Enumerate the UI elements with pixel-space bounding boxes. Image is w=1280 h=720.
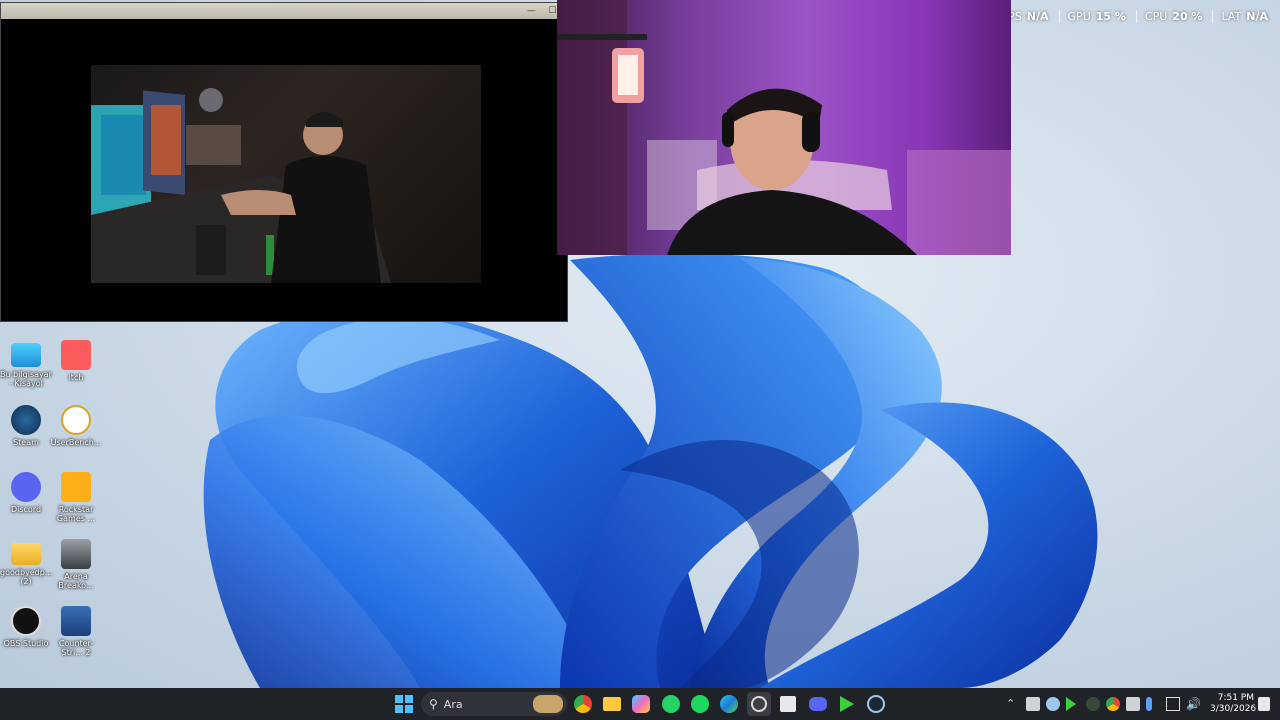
taskbar-whatsapp[interactable] bbox=[659, 692, 683, 716]
desktop-icon-discord[interactable]: Discord bbox=[0, 472, 52, 514]
taskbar-store[interactable] bbox=[776, 692, 800, 716]
desktop-icon-userbenchmark[interactable]: UserBench... bbox=[50, 405, 102, 447]
desktop-icon-label: Counter-Stri... 2 bbox=[58, 639, 94, 657]
desktop-icon-label: UserBench... bbox=[50, 438, 102, 447]
taskbar-search[interactable]: ⚲ Ara bbox=[421, 692, 567, 716]
notification-bell-icon[interactable] bbox=[1258, 697, 1270, 711]
taskbar-copilot[interactable] bbox=[629, 692, 653, 716]
desktop-icon-folder[interactable]: goodbyedp... (2) bbox=[0, 539, 52, 586]
chevron-up-icon[interactable]: ⌃ bbox=[1006, 697, 1020, 711]
steam-tray-icon[interactable] bbox=[1046, 697, 1060, 711]
launcher-tray-icon[interactable] bbox=[1066, 697, 1076, 711]
tray-app-icon[interactable] bbox=[1026, 697, 1040, 711]
microphone-icon[interactable] bbox=[1146, 697, 1152, 711]
webcam-overlay bbox=[557, 0, 1011, 255]
chrome-icon bbox=[574, 695, 592, 713]
discord-icon bbox=[11, 472, 41, 502]
rockstar-icon bbox=[61, 472, 91, 502]
desktop-icon-obs[interactable]: OBS Studio bbox=[0, 606, 52, 648]
desktop-icon-arena-breakout[interactable]: Arena Breako... bbox=[50, 539, 102, 590]
cpu-value: 20 % bbox=[1172, 10, 1203, 23]
taskbar-obs[interactable] bbox=[747, 692, 771, 716]
game-launcher-icon bbox=[840, 696, 854, 712]
video-window-titlebar[interactable]: — ☐ bbox=[1, 3, 567, 19]
obs-icon bbox=[751, 696, 767, 712]
desktop-icon-steam[interactable]: Steam bbox=[0, 405, 52, 447]
taskbar-clock[interactable]: 7:51 PM 3/30/2026 bbox=[1210, 693, 1257, 715]
counter-strike-icon bbox=[61, 606, 91, 636]
start-icon bbox=[395, 695, 413, 713]
desktop-icon-label: Arena Breako... bbox=[58, 572, 94, 590]
copilot-icon bbox=[632, 695, 650, 713]
desktop-icon-label: Rockstar Games ... bbox=[56, 505, 96, 523]
keyboard-tray-icon[interactable] bbox=[1126, 697, 1140, 711]
desktop-icon-label: Bu bilgisayar - Kısayol bbox=[0, 370, 52, 388]
gpu-readout: GPU 15 % bbox=[1058, 10, 1126, 23]
file-explorer-icon bbox=[603, 697, 621, 711]
video-player-window[interactable]: — ☐ bbox=[0, 2, 568, 322]
desktop-icon-label: Discord bbox=[10, 505, 42, 514]
taskbar: ⚲ Ara ⌃ 🔊 7:51 PM 3/30/2026 bbox=[0, 688, 1280, 720]
taskbar-file-explorer[interactable] bbox=[600, 692, 624, 716]
lat-value: N/A bbox=[1246, 10, 1268, 23]
arena-breakout-icon bbox=[61, 539, 91, 569]
cpu-label: CPU bbox=[1144, 10, 1168, 23]
clock-time: 7:51 PM bbox=[1217, 693, 1254, 703]
taskbar-spotify[interactable] bbox=[688, 692, 712, 716]
cpu-readout: CPU 20 % bbox=[1135, 10, 1203, 23]
computer-icon bbox=[11, 343, 41, 367]
gpu-label: GPU bbox=[1067, 10, 1091, 23]
maximize-button[interactable]: ☐ bbox=[548, 6, 557, 16]
itch-icon bbox=[61, 340, 91, 370]
userbenchmark-icon bbox=[61, 405, 91, 435]
desktop-icon-label: goodbyedp... (2) bbox=[0, 568, 53, 586]
gpu-value: 15 % bbox=[1095, 10, 1126, 23]
edge-icon bbox=[720, 695, 738, 713]
minimize-button[interactable]: — bbox=[527, 6, 536, 16]
taskbar-steam[interactable] bbox=[864, 692, 888, 716]
taskbar-discord[interactable] bbox=[806, 692, 830, 716]
latency-readout: LAT N/A bbox=[1212, 10, 1268, 23]
desktop-icon-this-pc[interactable]: Bu bilgisayar - Kısayol bbox=[0, 340, 52, 388]
folder-icon bbox=[11, 543, 41, 565]
steam-icon bbox=[11, 405, 41, 435]
fps-value: N/A bbox=[1026, 10, 1049, 23]
whatsapp-icon bbox=[662, 695, 680, 713]
spotify-icon bbox=[691, 695, 709, 713]
taskbar-edge[interactable] bbox=[717, 692, 741, 716]
search-icon: ⚲ bbox=[429, 697, 438, 711]
steam-icon bbox=[867, 695, 885, 713]
clock-date: 3/30/2026 bbox=[1210, 704, 1257, 714]
desktop-icon-label: itch bbox=[68, 373, 84, 382]
desktop-icon-label: OBS Studio bbox=[3, 639, 49, 648]
search-highlight-icon bbox=[533, 695, 563, 713]
taskbar-game-launcher[interactable] bbox=[835, 692, 859, 716]
start-button[interactable] bbox=[392, 692, 416, 716]
performance-overlay: FPS N/A GPU 15 % CPU 20 % LAT N/A bbox=[1002, 10, 1268, 23]
desktop-icon-rockstar[interactable]: Rockstar Games ... bbox=[50, 472, 102, 523]
taskbar-chrome[interactable] bbox=[571, 692, 595, 716]
obs-icon bbox=[11, 606, 41, 636]
video-frame[interactable] bbox=[91, 65, 481, 283]
search-placeholder: Ara bbox=[443, 697, 463, 711]
chrome-tray-icon[interactable] bbox=[1106, 697, 1120, 711]
nvidia-tray-icon[interactable] bbox=[1086, 697, 1100, 711]
lat-label: LAT bbox=[1221, 10, 1242, 23]
discord-icon bbox=[809, 697, 827, 711]
desktop-icon-itch[interactable]: itch bbox=[50, 340, 102, 382]
network-icon[interactable] bbox=[1166, 697, 1180, 711]
desktop-icon-label: Steam bbox=[13, 438, 39, 447]
desktop-icon-counter-strike[interactable]: Counter-Stri... 2 bbox=[50, 606, 102, 657]
store-icon bbox=[780, 696, 796, 712]
volume-icon[interactable]: 🔊 bbox=[1186, 697, 1201, 711]
